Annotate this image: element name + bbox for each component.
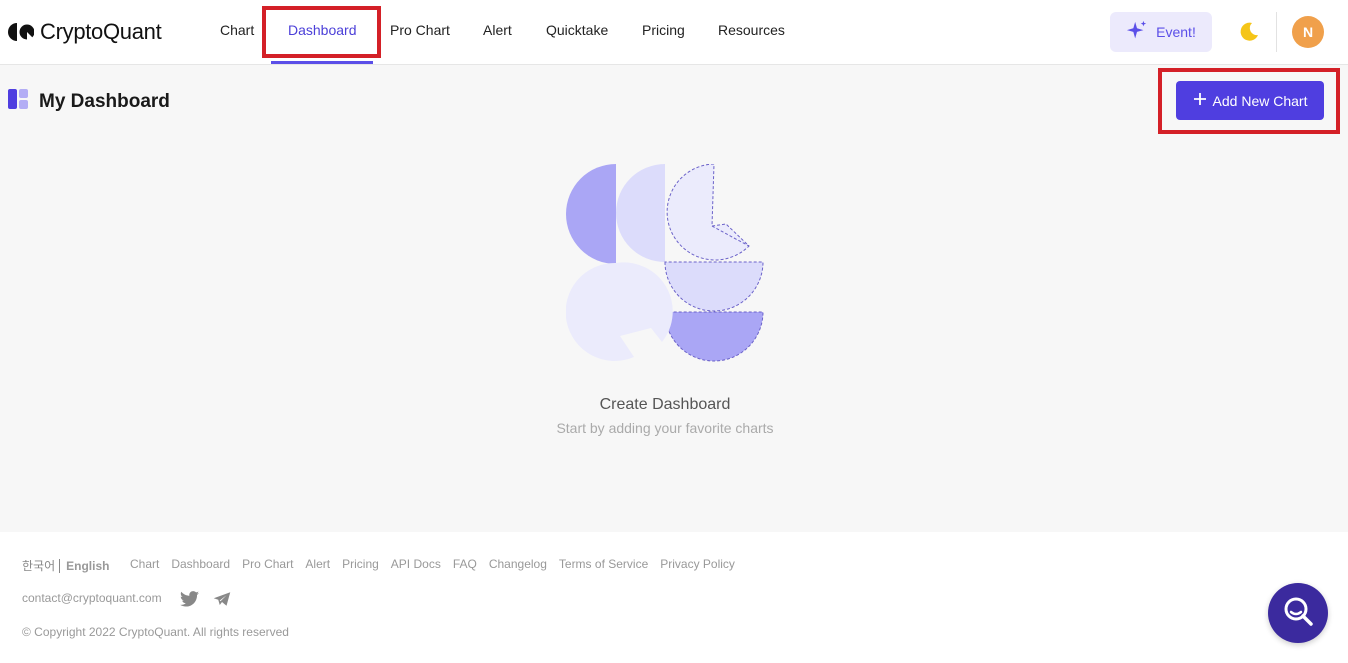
telegram-icon[interactable] [213, 591, 231, 607]
footer-link-dashboard[interactable]: Dashboard [171, 557, 230, 571]
footer-link-changelog[interactable]: Changelog [489, 557, 547, 571]
event-button[interactable]: Event! [1110, 12, 1212, 52]
empty-state-subtitle: Start by adding your favorite charts [556, 420, 774, 436]
language-switcher: 한국어 English [22, 557, 109, 574]
event-label: Event! [1156, 24, 1196, 40]
empty-dashboard-illustration [565, 163, 766, 362]
nav-dashboard[interactable]: Dashboard [288, 22, 357, 38]
copyright-text: © Copyright 2022 CryptoQuant. All rights… [22, 625, 289, 639]
top-header: CryptoQuant Chart Dashboard Pro Chart Al… [0, 0, 1348, 65]
plus-icon [1193, 92, 1207, 109]
cryptoquant-logo-icon [8, 23, 34, 41]
nav-resources[interactable]: Resources [718, 22, 785, 38]
user-avatar[interactable]: N [1292, 16, 1324, 48]
footer-link-privacy[interactable]: Privacy Policy [660, 557, 735, 571]
dashboard-icon [8, 88, 29, 115]
contact-email[interactable]: contact@cryptoquant.com [22, 591, 162, 605]
footer-link-faq[interactable]: FAQ [453, 557, 477, 571]
search-fab-button[interactable] [1268, 583, 1328, 643]
footer-link-alert[interactable]: Alert [305, 557, 330, 571]
lang-divider [59, 558, 61, 573]
lang-english[interactable]: English [66, 559, 109, 573]
nav-quicktake[interactable]: Quicktake [546, 22, 608, 38]
nav-pricing[interactable]: Pricing [642, 22, 685, 38]
nav-alert[interactable]: Alert [483, 22, 512, 38]
header-divider [1276, 12, 1277, 52]
lang-korean[interactable]: 한국어 [22, 557, 55, 574]
moon-icon[interactable] [1237, 20, 1261, 44]
footer-link-terms[interactable]: Terms of Service [559, 557, 648, 571]
footer-link-pricing[interactable]: Pricing [342, 557, 379, 571]
logo[interactable]: CryptoQuant [8, 18, 162, 46]
footer-link-api-docs[interactable]: API Docs [391, 557, 441, 571]
nav-chart[interactable]: Chart [220, 22, 254, 38]
nav-pro-chart[interactable]: Pro Chart [390, 22, 450, 38]
add-new-chart-button[interactable]: Add New Chart [1176, 81, 1324, 120]
footer-links: Chart Dashboard Pro Chart Alert Pricing … [130, 557, 735, 571]
empty-state-title: Create Dashboard [599, 396, 731, 413]
search-icon [1281, 594, 1315, 633]
brand-name: CryptoQuant [40, 19, 162, 44]
add-new-chart-label: Add New Chart [1212, 92, 1308, 109]
footer-link-chart[interactable]: Chart [130, 557, 159, 571]
sparkle-icon [1126, 20, 1148, 45]
active-tab-indicator [271, 61, 373, 64]
footer-link-pro-chart[interactable]: Pro Chart [242, 557, 293, 571]
footer: 한국어 English Chart Dashboard Pro Chart Al… [0, 532, 1348, 663]
twitter-icon[interactable] [180, 591, 199, 607]
dashboard-title: My Dashboard [39, 90, 170, 112]
page-title: My Dashboard [8, 88, 170, 115]
